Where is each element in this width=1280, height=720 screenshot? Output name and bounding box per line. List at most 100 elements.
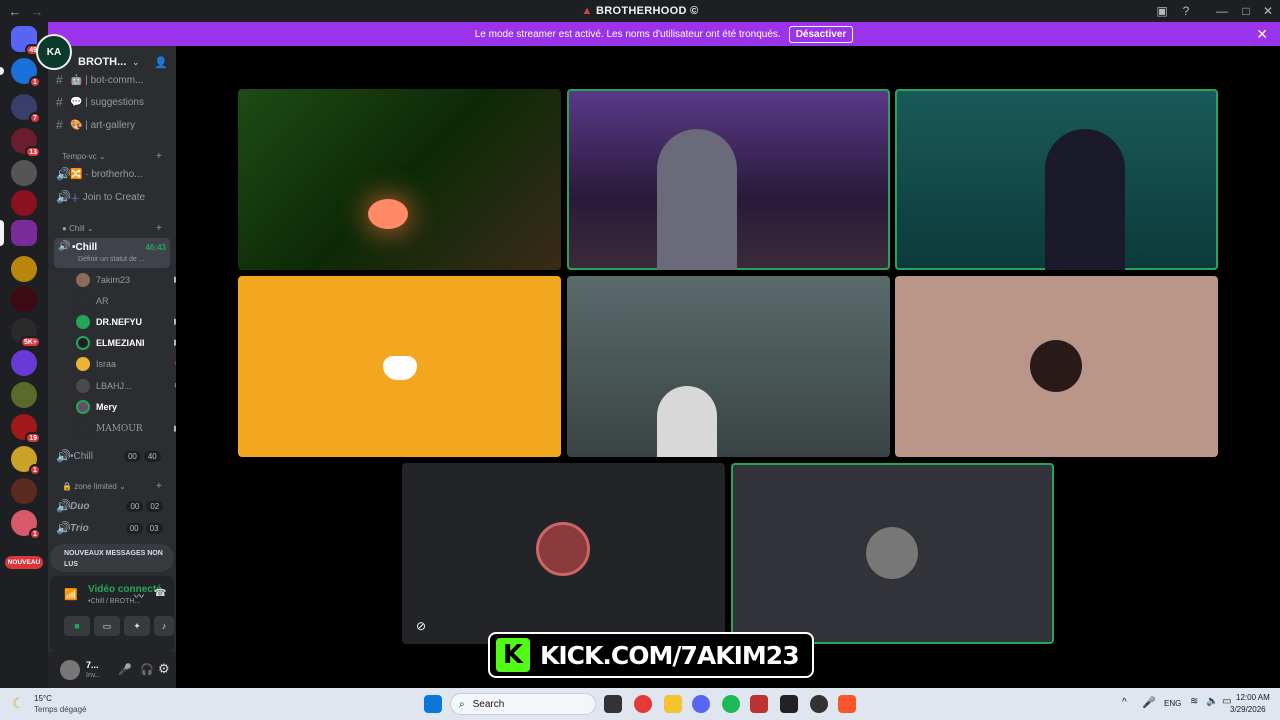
help-icon[interactable]: ? bbox=[1178, 3, 1194, 19]
category-zone-limited[interactable]: 🔒 zone limited ⌄ + bbox=[62, 481, 162, 492]
video-tile-no-camera[interactable] bbox=[238, 276, 561, 457]
server-icon[interactable]: 1 bbox=[11, 446, 41, 476]
voice-channel-item[interactable]: 🔊 ＋ Join to Create bbox=[56, 187, 145, 207]
add-channel-icon[interactable]: + bbox=[156, 223, 162, 234]
invite-icon[interactable]: 👤 bbox=[154, 56, 168, 69]
voice-user[interactable]: LBAHJ... bbox=[76, 376, 132, 396]
voice-user[interactable]: 7akim23 bbox=[76, 270, 130, 290]
server-icon[interactable] bbox=[11, 382, 37, 408]
channel-item[interactable]: # 💬 | suggestions bbox=[56, 92, 144, 112]
close-window-icon[interactable]: ✕ bbox=[1260, 3, 1276, 19]
add-channel-icon[interactable]: + bbox=[156, 481, 162, 492]
avatar[interactable] bbox=[60, 660, 80, 680]
voice-user[interactable]: Israa bbox=[76, 354, 116, 374]
server-icon[interactable]: 7 bbox=[11, 94, 41, 124]
server-icon[interactable] bbox=[11, 350, 37, 376]
disconnect-icon[interactable]: ☎ bbox=[154, 588, 166, 599]
server-icon[interactable]: 13 bbox=[11, 128, 41, 158]
headphones-icon[interactable]: 🎧 bbox=[140, 663, 154, 676]
weather-moon-icon: ☾ bbox=[12, 695, 25, 711]
plus-icon: ＋ bbox=[70, 193, 80, 205]
signal-icon: 📶 bbox=[64, 589, 78, 601]
microphone-icon[interactable]: 🎤 bbox=[118, 663, 132, 676]
server-icon[interactable] bbox=[11, 256, 37, 282]
voice-channel-item[interactable]: 🔊 🔀 · brotherho... bbox=[56, 164, 143, 184]
voice-user[interactable]: DR.NEFYU bbox=[76, 312, 142, 332]
task-view-icon[interactable] bbox=[604, 695, 622, 713]
activities-button[interactable]: ✦ bbox=[124, 616, 150, 636]
tray-chevron-icon[interactable]: ^ bbox=[1122, 697, 1127, 708]
server-icon[interactable]: 5K+ bbox=[11, 318, 41, 348]
disable-streamer-button[interactable]: Désactiver bbox=[788, 25, 854, 43]
brave-icon[interactable] bbox=[838, 695, 856, 713]
voice-user[interactable]: MAMOUR bbox=[76, 419, 143, 439]
new-messages-pill[interactable]: NOUVEAUX MESSAGES NON LUS bbox=[50, 544, 174, 572]
video-tile-speaking[interactable] bbox=[895, 89, 1218, 270]
avatar bbox=[76, 294, 90, 308]
channel-item[interactable]: # 🎨 | art-gallery bbox=[56, 115, 135, 135]
taskbar-search[interactable]: ⌕ Search bbox=[450, 693, 596, 715]
server-name: BROTH... bbox=[78, 56, 127, 68]
forward-arrow-icon[interactable]: → bbox=[30, 4, 44, 19]
server-icon[interactable]: 1 bbox=[11, 510, 41, 540]
microphone-icon[interactable]: 🎤 bbox=[1142, 696, 1156, 709]
video-tile[interactable] bbox=[238, 89, 561, 270]
server-list: 49 1 7 13 5K+ 19 1 1 NOUVEAU bbox=[0, 22, 48, 688]
server-icon[interactable]: 19 bbox=[11, 414, 41, 444]
dm-home-icon[interactable]: 49 bbox=[11, 26, 41, 56]
new-unread-pill[interactable]: NOUVEAU bbox=[5, 556, 43, 569]
video-tile[interactable] bbox=[567, 276, 890, 457]
active-voice-channel[interactable]: 🔊 •Chill 46:43 Définir un statut de ... bbox=[54, 238, 170, 268]
chevron-down-icon[interactable]: ⌄ bbox=[132, 57, 140, 68]
server-icon[interactable] bbox=[11, 190, 37, 216]
server-icon[interactable] bbox=[11, 160, 37, 186]
back-arrow-icon[interactable]: ← bbox=[8, 4, 22, 19]
app-icon[interactable] bbox=[750, 695, 768, 713]
kick-logo-icon: K bbox=[496, 638, 530, 672]
chrome-icon[interactable] bbox=[634, 695, 652, 713]
avatar bbox=[1030, 340, 1082, 392]
voice-user[interactable]: ELMEZIANI bbox=[76, 333, 145, 353]
volume-icon[interactable]: 🔈 bbox=[1206, 696, 1218, 707]
speech-bubble-icon: 💬 bbox=[70, 96, 83, 108]
obs-icon[interactable] bbox=[810, 695, 828, 713]
voice-channel-item[interactable]: 🔊 •Chill 00 40 bbox=[56, 446, 161, 466]
video-tile-no-camera[interactable] bbox=[895, 276, 1218, 457]
voice-user[interactable]: AR bbox=[76, 291, 109, 311]
spotify-icon[interactable] bbox=[722, 695, 740, 713]
server-icon[interactable] bbox=[11, 478, 37, 504]
voice-user[interactable]: Mery bbox=[76, 397, 117, 417]
discord-icon[interactable] bbox=[692, 695, 710, 713]
screen-share-button[interactable]: ▭ bbox=[94, 616, 120, 636]
set-status[interactable]: Définir un statut de ... bbox=[78, 256, 145, 263]
server-icon[interactable] bbox=[11, 286, 37, 312]
maximize-icon[interactable]: □ bbox=[1238, 3, 1254, 19]
video-tile-no-camera[interactable]: ⊘ bbox=[402, 463, 725, 644]
inbox-icon[interactable]: ▣ bbox=[1154, 3, 1170, 19]
server-icon-active[interactable] bbox=[0, 220, 37, 246]
video-tile-speaking[interactable] bbox=[731, 463, 1054, 644]
server-icon[interactable]: 1 bbox=[0, 58, 41, 88]
add-channel-icon[interactable]: + bbox=[156, 151, 162, 162]
banner-text: Le mode streamer est activé. Les noms d'… bbox=[474, 28, 781, 40]
avatar bbox=[536, 522, 590, 576]
banner-close-icon[interactable]: ✕ bbox=[1256, 26, 1268, 43]
camera-button[interactable]: ■ bbox=[64, 616, 90, 636]
soundboard-button[interactable]: ♪ bbox=[154, 616, 174, 636]
start-icon[interactable] bbox=[424, 695, 442, 713]
noise-suppression-icon[interactable]: 〰 bbox=[134, 588, 144, 603]
speaker-icon: 🔊 bbox=[56, 499, 71, 513]
explorer-icon[interactable] bbox=[664, 695, 682, 713]
channel-sidebar: KA BROTH... ⌄ 👤 # 🤖 | bot-comm... # 💬 | su… bbox=[36, 34, 182, 688]
voice-channel-item[interactable]: 🔊 Trio 00 03 bbox=[56, 518, 163, 538]
minimize-icon[interactable]: — bbox=[1214, 3, 1230, 19]
app-icon[interactable] bbox=[780, 695, 798, 713]
channel-item[interactable]: # 🤖 | bot-comm... bbox=[56, 70, 143, 90]
category-tempo-vc[interactable]: Tempo-vc ⌄ + bbox=[62, 151, 162, 162]
voice-channel-item[interactable]: 🔊 Duo 00 02 bbox=[56, 496, 164, 516]
category-chill[interactable]: ● Chill ⌄ + bbox=[62, 223, 162, 234]
avatar bbox=[866, 527, 918, 579]
wifi-icon[interactable]: ≋ bbox=[1190, 696, 1198, 707]
video-tile-speaking[interactable] bbox=[567, 89, 890, 270]
gear-icon[interactable]: ⚙ bbox=[158, 661, 170, 677]
